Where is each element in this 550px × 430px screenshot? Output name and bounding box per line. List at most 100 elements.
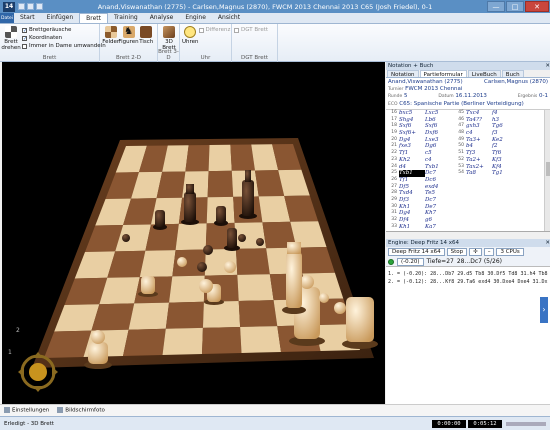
- tab-training[interactable]: Training: [108, 13, 144, 23]
- black-move[interactable]: [492, 224, 518, 231]
- white-move[interactable]: [466, 197, 492, 204]
- black-move[interactable]: [492, 217, 518, 224]
- white-move[interactable]: [466, 217, 492, 224]
- tab-datei[interactable]: Datei: [0, 13, 14, 23]
- minimize-button[interactable]: —: [487, 1, 505, 12]
- black-move[interactable]: g6: [425, 217, 451, 224]
- white-move[interactable]: gxh3: [466, 123, 492, 130]
- white-move[interactable]: Tf1: [399, 177, 425, 184]
- white-move[interactable]: [466, 177, 492, 184]
- black-move[interactable]: c4: [425, 157, 451, 164]
- black-move[interactable]: [492, 210, 518, 217]
- black-move[interactable]: Kf4: [492, 164, 518, 171]
- black-move[interactable]: [492, 190, 518, 197]
- board-square[interactable]: [202, 300, 241, 328]
- white-move[interactable]: Ta4??: [466, 117, 492, 124]
- white-move[interactable]: b4: [466, 143, 492, 150]
- bildschirmfoto-link[interactable]: Bildschirmfoto: [57, 407, 105, 414]
- engine-name-button[interactable]: Deep Fritz 14 x64: [388, 248, 445, 256]
- tab-brett[interactable]: Brett: [79, 13, 109, 23]
- board-square[interactable]: [165, 301, 204, 329]
- white-move[interactable]: Txb1: [399, 170, 425, 177]
- white-move[interactable]: Txd4: [399, 190, 425, 197]
- white-move[interactable]: Kh1: [399, 224, 425, 231]
- black-move[interactable]: De7: [425, 204, 451, 211]
- engine-minus-icon[interactable]: –: [483, 248, 495, 256]
- black-move[interactable]: Dc6: [425, 177, 451, 184]
- redo-icon[interactable]: [36, 3, 43, 10]
- einstellungen-link[interactable]: Einstellungen: [4, 407, 49, 414]
- black-move[interactable]: Dc7: [425, 170, 451, 177]
- white-move[interactable]: fxe3: [399, 143, 425, 150]
- black-move[interactable]: Lxe3: [425, 137, 451, 144]
- save-icon[interactable]: [18, 3, 25, 10]
- black-move[interactable]: c5: [425, 150, 451, 157]
- black-move[interactable]: Txb1: [425, 164, 451, 171]
- checkbox-dame-umwandeln[interactable]: Immer in Dame umwandeln: [22, 42, 106, 50]
- white-move[interactable]: Ta3+: [466, 137, 492, 144]
- undo-icon[interactable]: [27, 3, 34, 10]
- tournament-field[interactable]: FWCM 2013 Chennai: [405, 86, 462, 92]
- white-move[interactable]: Tf1: [399, 150, 425, 157]
- result-field[interactable]: 0-1: [539, 93, 548, 99]
- white-move[interactable]: Kh1: [399, 204, 425, 211]
- white-move[interactable]: Dg4: [399, 210, 425, 217]
- white-move[interactable]: Ta8: [466, 170, 492, 177]
- black-move[interactable]: Tf6: [492, 150, 518, 157]
- board-square[interactable]: [169, 275, 205, 303]
- white-move[interactable]: [466, 204, 492, 211]
- white-move[interactable]: [466, 210, 492, 217]
- black-move[interactable]: h3: [492, 117, 518, 124]
- black-move[interactable]: Kh7: [425, 210, 451, 217]
- checkbox-brettgeraeusche[interactable]: ✓ Brettgeräusche: [22, 26, 106, 34]
- round-field[interactable]: 5: [404, 93, 408, 99]
- black-move[interactable]: [492, 197, 518, 204]
- panel-expand-icon[interactable]: ›: [540, 297, 548, 323]
- board-square[interactable]: [208, 144, 232, 172]
- tab-partieformular[interactable]: Partieformular: [419, 70, 467, 78]
- eco-field[interactable]: C65: Spanische Partie (Berliner Verteidi…: [399, 101, 524, 107]
- black-player[interactable]: Carlsen,Magnus (2870): [484, 79, 548, 86]
- panel-close-icon[interactable]: ✕: [545, 239, 550, 247]
- panel-close-icon[interactable]: ✕: [545, 62, 550, 70]
- engine-line-2[interactable]: 2. = (-0.12): 28...Kf8 29.Ta6 exd4 30.Dx…: [388, 278, 548, 286]
- black-move[interactable]: f3: [492, 130, 518, 137]
- board-square[interactable]: [128, 302, 170, 330]
- tab-analyse[interactable]: Analyse: [144, 13, 180, 23]
- 3d-brett-button[interactable]: 3D Brett: [160, 26, 178, 51]
- board-square[interactable]: [238, 300, 278, 327]
- white-move[interactable]: Sxf6+: [399, 130, 425, 137]
- maximize-button[interactable]: □: [506, 1, 524, 12]
- engine-pin-icon[interactable]: ✢: [469, 248, 482, 256]
- tab-start[interactable]: Start: [14, 13, 41, 23]
- black-move[interactable]: Dxf6: [425, 130, 451, 137]
- black-move[interactable]: Dg6: [425, 143, 451, 150]
- board-square[interactable]: [207, 170, 234, 198]
- black-move[interactable]: [492, 177, 518, 184]
- white-move[interactable]: Df4: [399, 217, 425, 224]
- close-button[interactable]: ✕: [525, 1, 549, 12]
- white-move[interactable]: Tax2+: [466, 164, 492, 171]
- white-move[interactable]: Shg4: [399, 117, 425, 124]
- tab-ansicht[interactable]: Ansicht: [212, 13, 246, 23]
- black-move[interactable]: Dc7: [425, 197, 451, 204]
- board-square[interactable]: [235, 248, 270, 275]
- white-move[interactable]: c4: [466, 130, 492, 137]
- tab-engine[interactable]: Engine: [179, 13, 212, 23]
- board-square[interactable]: [139, 250, 176, 278]
- engine-stop-button[interactable]: Stop: [446, 248, 468, 256]
- black-move[interactable]: Ka7: [425, 224, 451, 231]
- black-move[interactable]: Te5: [425, 190, 451, 197]
- black-move[interactable]: Sxf6: [425, 123, 451, 130]
- white-move[interactable]: [466, 190, 492, 197]
- black-move[interactable]: Lb6: [425, 117, 451, 124]
- board-3d-view[interactable]: 12: [2, 62, 385, 404]
- white-move[interactable]: Kh2: [399, 157, 425, 164]
- white-move[interactable]: Txc4: [466, 110, 492, 117]
- white-move[interactable]: [466, 224, 492, 231]
- black-move[interactable]: Tg6: [492, 123, 518, 130]
- white-move[interactable]: Dg4: [399, 137, 425, 144]
- zoom-slider[interactable]: [506, 421, 546, 426]
- checkbox-koordinaten[interactable]: ✓ Koordinaten: [22, 34, 106, 42]
- white-move[interactable]: d4: [399, 164, 425, 171]
